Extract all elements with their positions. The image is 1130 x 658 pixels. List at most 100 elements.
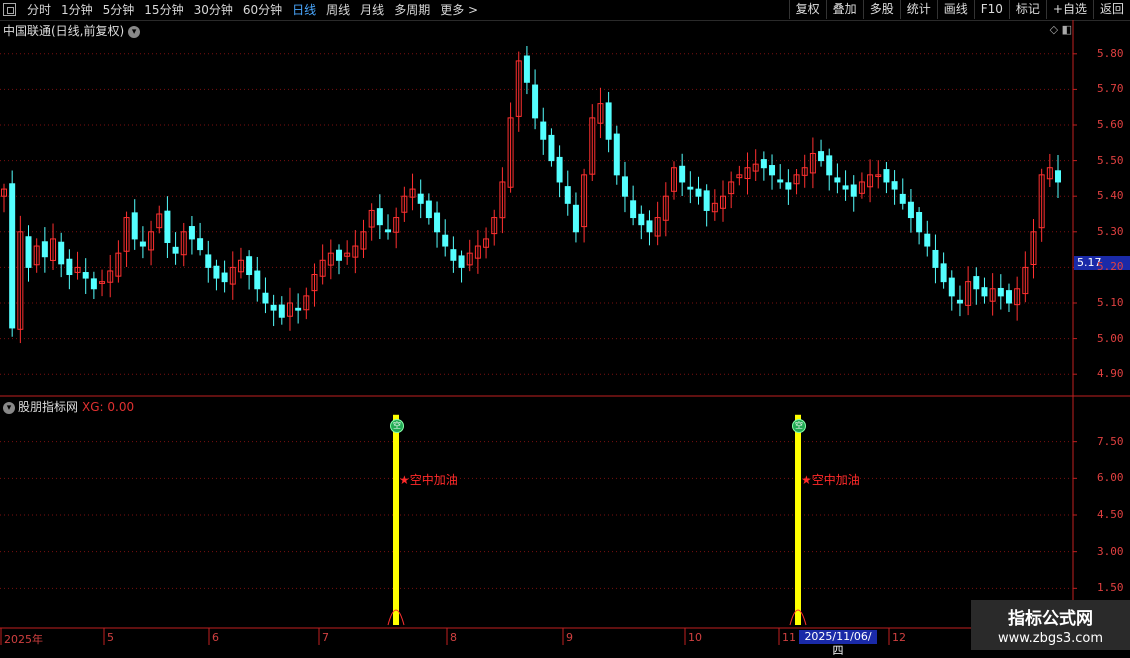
candle-body — [246, 256, 253, 276]
candle-body — [188, 226, 195, 240]
signal-icon: 空 — [792, 419, 806, 433]
candle-body — [295, 307, 302, 311]
candle-body — [679, 165, 686, 183]
candle-body — [997, 287, 1004, 297]
candle-body — [139, 241, 146, 247]
candle-body — [687, 186, 694, 190]
candle-body — [540, 121, 547, 140]
y-tick-label: 5.20 — [1097, 260, 1124, 274]
candle-body — [899, 193, 906, 204]
candle-body — [695, 188, 702, 197]
signal-label: ★空中加油 — [801, 473, 860, 487]
candle-body — [270, 304, 277, 311]
candle-body — [205, 254, 212, 268]
indicator-tick-label: 4.50 — [1097, 508, 1124, 521]
candle-body — [703, 190, 710, 211]
candle-body — [948, 277, 955, 297]
y-tick-label: 5.80 — [1097, 46, 1124, 60]
y-tick-label: 5.00 — [1097, 331, 1124, 345]
candle-body — [834, 177, 841, 183]
x-tick-label: 12 — [892, 631, 906, 644]
candle-body — [254, 270, 261, 290]
candle-body — [940, 263, 947, 283]
candle-body — [556, 156, 563, 183]
candle-body — [335, 249, 342, 261]
candle-body — [548, 134, 555, 162]
candle-body — [932, 249, 939, 268]
candle-body — [442, 234, 449, 247]
candle-body — [777, 179, 784, 183]
indicator-tick-label: 6.00 — [1097, 471, 1124, 485]
candle-body — [924, 233, 931, 247]
candle-body — [891, 181, 898, 190]
chart-canvas[interactable] — [0, 0, 1130, 650]
candle-body — [532, 84, 539, 119]
x-tick-label: 10 — [688, 631, 702, 644]
candle-body — [450, 249, 457, 261]
watermark-line2: www.zbgs3.com — [997, 631, 1104, 646]
candle-body — [883, 169, 890, 183]
signal-icon: 空 — [390, 419, 404, 433]
x-tick-label: 5 — [107, 631, 114, 644]
x-tick-label: 7 — [322, 631, 329, 644]
candle-body — [1005, 290, 1012, 304]
candle-body — [172, 246, 179, 254]
candle-body — [262, 292, 269, 304]
watermark: 指标公式网 www.zbgs3.com — [971, 600, 1130, 650]
candle-body — [164, 210, 171, 243]
candle-body — [646, 220, 653, 233]
candle-body — [41, 241, 48, 258]
candle-body — [613, 133, 620, 176]
candle-body — [621, 176, 628, 197]
y-tick-label: 5.10 — [1097, 296, 1124, 309]
y-tick-label: 5.60 — [1097, 118, 1124, 131]
candle-body — [850, 184, 857, 197]
y-tick-label: 5.30 — [1097, 224, 1124, 238]
candle-body — [458, 255, 465, 268]
candle-body — [197, 238, 204, 251]
candle-body — [638, 213, 645, 226]
x-tick-label: 2025年 — [4, 633, 43, 646]
candle-body — [66, 258, 73, 276]
candle-body — [58, 241, 65, 265]
indicator-name: 股朋指标网 — [18, 400, 79, 414]
indicator-title: ▾ 股朋指标网 XG: 0.00 — [3, 398, 134, 415]
candle-body — [9, 183, 16, 329]
candle-body — [278, 304, 285, 318]
signal-label-text: 空中加油 — [811, 473, 860, 487]
candle-body — [769, 165, 776, 176]
indicator-tick-label: 3.00 — [1097, 544, 1124, 558]
y-tick-label: 5.40 — [1097, 189, 1124, 203]
candle-body — [907, 201, 914, 219]
candle-body — [842, 185, 849, 190]
candle-body — [434, 212, 441, 233]
x-tick-label: 11 — [782, 631, 796, 644]
candle-body — [956, 299, 963, 304]
x-tick-label: 9 — [566, 631, 573, 644]
candle-body — [605, 102, 612, 140]
candle-body — [981, 287, 988, 297]
candle-body — [131, 212, 138, 240]
chevron-down-icon[interactable]: ▾ — [3, 401, 15, 414]
candle-body — [523, 55, 530, 83]
y-tick-label: 5.50 — [1097, 153, 1124, 167]
signal-bar — [795, 414, 801, 625]
y-tick-label: 5.70 — [1097, 82, 1124, 96]
signal-bar — [393, 414, 399, 625]
signal-label-text: 空中加油 — [409, 473, 458, 487]
candle-body — [385, 229, 392, 233]
candle-body — [1055, 170, 1061, 183]
candle-body — [90, 278, 97, 290]
signal-label: ★空中加油 — [399, 473, 458, 487]
xg-value: XG: 0.00 — [82, 400, 135, 414]
candle-body — [572, 204, 579, 233]
candle-body — [760, 159, 767, 169]
candle-body — [785, 182, 792, 190]
candle-body — [818, 151, 825, 162]
candle-body — [630, 200, 637, 219]
candle-body — [425, 200, 432, 219]
y-tick-label: 4.90 — [1097, 367, 1124, 381]
indicator-tick-label: 7.50 — [1097, 434, 1124, 448]
candle-body — [25, 236, 32, 268]
highlighted-date: 2025/11/06/四 — [799, 630, 877, 657]
